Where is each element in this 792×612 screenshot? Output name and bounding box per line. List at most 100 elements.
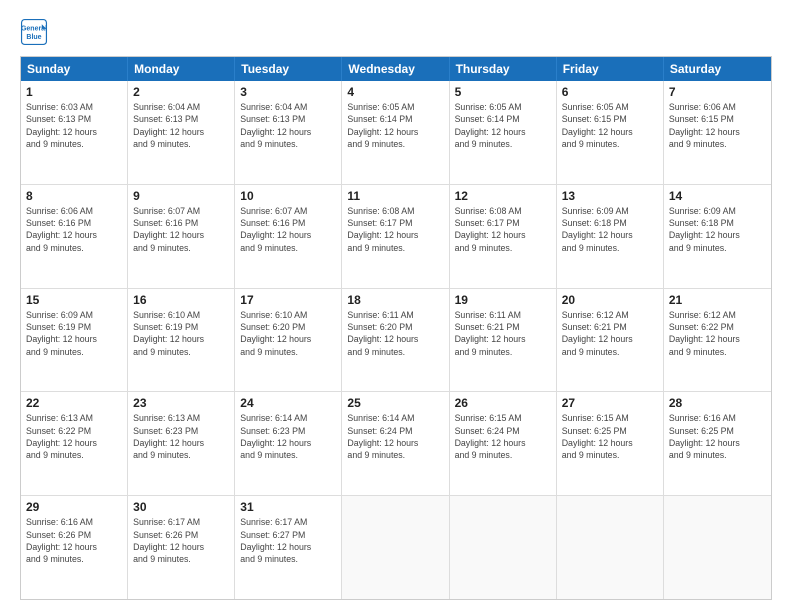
day-info: Sunrise: 6:08 AMSunset: 6:17 PMDaylight:… xyxy=(455,205,551,254)
calendar-cell: 18 Sunrise: 6:11 AMSunset: 6:20 PMDayligh… xyxy=(342,289,449,392)
day-info: Sunrise: 6:04 AMSunset: 6:13 PMDaylight:… xyxy=(240,101,336,150)
calendar-cell: 26 Sunrise: 6:15 AMSunset: 6:24 PMDayligh… xyxy=(450,392,557,495)
day-number: 29 xyxy=(26,500,122,514)
calendar-cell: 27 Sunrise: 6:15 AMSunset: 6:25 PMDayligh… xyxy=(557,392,664,495)
logo-icon: General Blue xyxy=(20,18,48,46)
day-info: Sunrise: 6:13 AMSunset: 6:22 PMDaylight:… xyxy=(26,412,122,461)
calendar-cell: 20 Sunrise: 6:12 AMSunset: 6:21 PMDayligh… xyxy=(557,289,664,392)
svg-text:Blue: Blue xyxy=(26,34,41,41)
day-number: 23 xyxy=(133,396,229,410)
day-number: 22 xyxy=(26,396,122,410)
logo: General Blue xyxy=(20,18,52,46)
day-number: 11 xyxy=(347,189,443,203)
header: General Blue xyxy=(20,18,772,46)
calendar-cell: 1Sunrise: 6:03 AMSunset: 6:13 PMDaylight… xyxy=(21,81,128,184)
calendar-cell: 4 Sunrise: 6:05 AMSunset: 6:14 PMDaylight… xyxy=(342,81,449,184)
day-number: 14 xyxy=(669,189,766,203)
calendar-cell: 22 Sunrise: 6:13 AMSunset: 6:22 PMDayligh… xyxy=(21,392,128,495)
day-number: 15 xyxy=(26,293,122,307)
day-info: Sunrise: 6:07 AMSunset: 6:16 PMDaylight:… xyxy=(133,205,229,254)
day-number: 4 xyxy=(347,85,443,99)
day-info: Sunrise: 6:16 AMSunset: 6:25 PMDaylight:… xyxy=(669,412,766,461)
day-number: 6 xyxy=(562,85,658,99)
calendar-cell: 13 Sunrise: 6:09 AMSunset: 6:18 PMDayligh… xyxy=(557,185,664,288)
calendar-row-2: 8Sunrise: 6:06 AMSunset: 6:16 PMDaylight… xyxy=(21,184,771,288)
day-info: Sunrise: 6:09 AMSunset: 6:18 PMDaylight:… xyxy=(562,205,658,254)
calendar-cell: 7 Sunrise: 6:06 AMSunset: 6:15 PMDaylight… xyxy=(664,81,771,184)
day-number: 16 xyxy=(133,293,229,307)
day-number: 31 xyxy=(240,500,336,514)
day-number: 27 xyxy=(562,396,658,410)
day-info: Sunrise: 6:07 AMSunset: 6:16 PMDaylight:… xyxy=(240,205,336,254)
day-number: 9 xyxy=(133,189,229,203)
day-info: Sunrise: 6:04 AMSunset: 6:13 PMDaylight:… xyxy=(133,101,229,150)
calendar-cell: 29 Sunrise: 6:16 AMSunset: 6:26 PMDayligh… xyxy=(21,496,128,599)
day-number: 18 xyxy=(347,293,443,307)
day-info: Sunrise: 6:17 AMSunset: 6:26 PMDaylight:… xyxy=(133,516,229,565)
day-info: Sunrise: 6:08 AMSunset: 6:17 PMDaylight:… xyxy=(347,205,443,254)
weekday-header-thursday: Thursday xyxy=(450,57,557,81)
calendar-cell: 19Sunrise: 6:11 AMSunset: 6:21 PMDayligh… xyxy=(450,289,557,392)
day-info: Sunrise: 6:14 AMSunset: 6:23 PMDaylight:… xyxy=(240,412,336,461)
calendar-header: SundayMondayTuesdayWednesdayThursdayFrid… xyxy=(21,57,771,81)
calendar-cell: 15Sunrise: 6:09 AMSunset: 6:19 PMDayligh… xyxy=(21,289,128,392)
day-number: 10 xyxy=(240,189,336,203)
calendar-cell: 24 Sunrise: 6:14 AMSunset: 6:23 PMDayligh… xyxy=(235,392,342,495)
day-info: Sunrise: 6:05 AMSunset: 6:14 PMDaylight:… xyxy=(347,101,443,150)
calendar-cell: 8Sunrise: 6:06 AMSunset: 6:16 PMDaylight… xyxy=(21,185,128,288)
day-number: 7 xyxy=(669,85,766,99)
day-info: Sunrise: 6:10 AMSunset: 6:19 PMDaylight:… xyxy=(133,309,229,358)
day-info: Sunrise: 6:06 AMSunset: 6:16 PMDaylight:… xyxy=(26,205,122,254)
calendar-cell: 10 Sunrise: 6:07 AMSunset: 6:16 PMDayligh… xyxy=(235,185,342,288)
day-number: 26 xyxy=(455,396,551,410)
day-info: Sunrise: 6:13 AMSunset: 6:23 PMDaylight:… xyxy=(133,412,229,461)
calendar-cell: 16 Sunrise: 6:10 AMSunset: 6:19 PMDayligh… xyxy=(128,289,235,392)
day-number: 21 xyxy=(669,293,766,307)
day-number: 25 xyxy=(347,396,443,410)
calendar-cell: 9 Sunrise: 6:07 AMSunset: 6:16 PMDaylight… xyxy=(128,185,235,288)
day-number: 24 xyxy=(240,396,336,410)
calendar-body: 1Sunrise: 6:03 AMSunset: 6:13 PMDaylight… xyxy=(21,81,771,599)
day-info: Sunrise: 6:15 AMSunset: 6:25 PMDaylight:… xyxy=(562,412,658,461)
calendar-row-1: 1Sunrise: 6:03 AMSunset: 6:13 PMDaylight… xyxy=(21,81,771,184)
day-info: Sunrise: 6:09 AMSunset: 6:18 PMDaylight:… xyxy=(669,205,766,254)
day-info: Sunrise: 6:12 AMSunset: 6:21 PMDaylight:… xyxy=(562,309,658,358)
calendar-cell: 12Sunrise: 6:08 AMSunset: 6:17 PMDayligh… xyxy=(450,185,557,288)
calendar-cell: 23 Sunrise: 6:13 AMSunset: 6:23 PMDayligh… xyxy=(128,392,235,495)
calendar-cell xyxy=(557,496,664,599)
day-info: Sunrise: 6:12 AMSunset: 6:22 PMDaylight:… xyxy=(669,309,766,358)
calendar-cell: 3 Sunrise: 6:04 AMSunset: 6:13 PMDaylight… xyxy=(235,81,342,184)
day-info: Sunrise: 6:16 AMSunset: 6:26 PMDaylight:… xyxy=(26,516,122,565)
day-info: Sunrise: 6:11 AMSunset: 6:20 PMDaylight:… xyxy=(347,309,443,358)
calendar-row-3: 15Sunrise: 6:09 AMSunset: 6:19 PMDayligh… xyxy=(21,288,771,392)
calendar-cell: 17Sunrise: 6:10 AMSunset: 6:20 PMDayligh… xyxy=(235,289,342,392)
day-number: 28 xyxy=(669,396,766,410)
day-number: 20 xyxy=(562,293,658,307)
day-info: Sunrise: 6:15 AMSunset: 6:24 PMDaylight:… xyxy=(455,412,551,461)
day-number: 1 xyxy=(26,85,122,99)
day-number: 5 xyxy=(455,85,551,99)
calendar-cell xyxy=(664,496,771,599)
day-info: Sunrise: 6:05 AMSunset: 6:14 PMDaylight:… xyxy=(455,101,551,150)
calendar-cell xyxy=(342,496,449,599)
calendar-cell: 14 Sunrise: 6:09 AMSunset: 6:18 PMDayligh… xyxy=(664,185,771,288)
day-info: Sunrise: 6:17 AMSunset: 6:27 PMDaylight:… xyxy=(240,516,336,565)
day-info: Sunrise: 6:06 AMSunset: 6:15 PMDaylight:… xyxy=(669,101,766,150)
day-number: 3 xyxy=(240,85,336,99)
weekday-header-wednesday: Wednesday xyxy=(342,57,449,81)
weekday-header-tuesday: Tuesday xyxy=(235,57,342,81)
weekday-header-sunday: Sunday xyxy=(21,57,128,81)
calendar-cell xyxy=(450,496,557,599)
calendar-cell: 6 Sunrise: 6:05 AMSunset: 6:15 PMDaylight… xyxy=(557,81,664,184)
day-info: Sunrise: 6:14 AMSunset: 6:24 PMDaylight:… xyxy=(347,412,443,461)
calendar-cell: 25 Sunrise: 6:14 AMSunset: 6:24 PMDayligh… xyxy=(342,392,449,495)
weekday-header-saturday: Saturday xyxy=(664,57,771,81)
day-info: Sunrise: 6:05 AMSunset: 6:15 PMDaylight:… xyxy=(562,101,658,150)
calendar-cell: 11 Sunrise: 6:08 AMSunset: 6:17 PMDayligh… xyxy=(342,185,449,288)
day-number: 19 xyxy=(455,293,551,307)
calendar-row-5: 29 Sunrise: 6:16 AMSunset: 6:26 PMDayligh… xyxy=(21,495,771,599)
weekday-header-monday: Monday xyxy=(128,57,235,81)
day-number: 13 xyxy=(562,189,658,203)
calendar-cell: 21 Sunrise: 6:12 AMSunset: 6:22 PMDayligh… xyxy=(664,289,771,392)
calendar: SundayMondayTuesdayWednesdayThursdayFrid… xyxy=(20,56,772,600)
